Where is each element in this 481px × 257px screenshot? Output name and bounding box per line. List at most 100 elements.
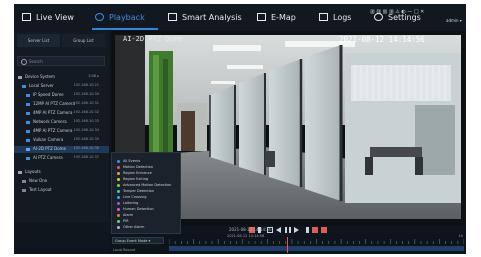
- nav-e-map[interactable]: E-Map: [257, 11, 296, 23]
- nav-logs-label: Logs: [333, 12, 352, 22]
- camera-icon: [26, 130, 30, 133]
- clip-icon[interactable]: [312, 227, 318, 233]
- event-filter-label: Region Entrance: [123, 171, 152, 175]
- camera-icon: [26, 139, 30, 142]
- tree-camera[interactable]: Vulkan Camera 192.168.10.35: [14, 137, 109, 144]
- event-color-icon: [117, 160, 120, 163]
- window-status-icons[interactable]: ▥ ▥ ▥ ▥ ⚠ ◐ — □ ✕: [370, 9, 424, 15]
- grid-icon: [22, 189, 26, 192]
- event-mode-select[interactable]: Group Event Mode ▾: [112, 237, 164, 244]
- analytics-icon: [168, 13, 177, 21]
- nav-e-map-label: E-Map: [271, 12, 296, 22]
- search-input[interactable]: Search: [17, 56, 105, 66]
- device-sidebar: Server List Group List Search Device Sys…: [14, 31, 109, 234]
- ceiling-light: [213, 45, 261, 51]
- event-color-icon: [117, 190, 120, 193]
- ceiling-light: [227, 65, 263, 69]
- event-color-icon: [117, 214, 120, 217]
- tree-layout-item[interactable]: Test Layout: [14, 187, 109, 194]
- tree-camera-selected[interactable]: AI-2D PTZ Dome 192.168.10.36: [14, 146, 109, 153]
- monitor-icon: [22, 13, 31, 21]
- event-color-icon: [117, 184, 120, 187]
- search-placeholder: Search: [29, 59, 43, 64]
- recording-track[interactable]: [169, 246, 464, 251]
- ceiling-light: [211, 81, 235, 84]
- glass-panel: [210, 85, 235, 165]
- event-filter-label: Advanced Motion Detection: [123, 183, 172, 187]
- timeline-cursor[interactable]: [287, 237, 288, 253]
- chair: [265, 151, 275, 167]
- frosted-band: [351, 65, 451, 101]
- event-color-icon: [117, 220, 120, 223]
- tree-camera[interactable]: IP Speed Dome 192.168.10.30: [14, 92, 109, 99]
- meeting-table: [370, 147, 422, 157]
- tree-camera[interactable]: AI PTZ Camera 192.168.10.37: [14, 155, 109, 162]
- layout-icon: [18, 171, 22, 174]
- osd-timestamp: 2021-08-12 14:14:56: [339, 35, 425, 44]
- app-window: Live View Playback Smart Analysis E-Map …: [14, 4, 466, 254]
- camera-icon: [26, 94, 30, 97]
- nav-playback[interactable]: Playback: [95, 11, 145, 23]
- camera-icon: [26, 112, 30, 115]
- timeline-zoom[interactable]: 1h: [459, 234, 463, 238]
- snapshot-icon[interactable]: [321, 227, 327, 233]
- tree-server[interactable]: Local Server 192.168.10.21: [14, 83, 109, 90]
- step-forward-icon[interactable]: [303, 227, 309, 233]
- tree-camera[interactable]: 4MP AI PTZ Camera 192.168.10.34: [14, 128, 109, 135]
- event-filter-label: Motion Detection: [123, 165, 153, 169]
- nav-logs[interactable]: Logs: [319, 11, 351, 23]
- camera-icon: [26, 103, 30, 106]
- event-color-icon: [117, 172, 120, 175]
- event-filter-label: All Events: [123, 159, 141, 163]
- corridor-wood: [181, 111, 195, 151]
- current-time: 2021-08-12 14:14:56: [229, 227, 272, 232]
- map-icon: [257, 13, 266, 21]
- play-icon[interactable]: [294, 227, 299, 233]
- nav-smart-analysis[interactable]: Smart Analysis: [168, 11, 242, 23]
- event-color-icon: [117, 166, 120, 169]
- event-color-icon: [117, 208, 120, 211]
- server-icon: [22, 85, 26, 88]
- tree-root-device-system[interactable]: Device System 2/48 ▸: [14, 74, 109, 81]
- record-status: Local Record: [113, 248, 136, 252]
- nav-live-view-label: Live View: [36, 12, 74, 22]
- playback-icon: [95, 13, 104, 21]
- camera-icon: [26, 148, 30, 151]
- user-menu[interactable]: admin ▾: [446, 18, 462, 23]
- event-color-icon: [117, 196, 120, 199]
- event-mode-value: Group Event Mode ▾: [115, 239, 151, 243]
- tab-server-list[interactable]: Server List: [17, 34, 60, 47]
- timeline-ruler: [169, 239, 464, 244]
- tree-root-layouts[interactable]: Layouts: [14, 169, 109, 176]
- nav-live-view[interactable]: Live View: [22, 11, 74, 23]
- top-navigation-bar: Live View Playback Smart Analysis E-Map …: [14, 4, 466, 30]
- nav-smart-analysis-label: Smart Analysis: [182, 12, 242, 22]
- event-filter-label: PIR: [123, 219, 129, 223]
- rewind-icon[interactable]: [276, 227, 281, 233]
- tree-camera[interactable]: Network Camera 192.168.10.33: [14, 119, 109, 126]
- active-tab-indicator: [92, 28, 158, 30]
- tree-camera[interactable]: 12MP AI PTZ Camera 192.168.10.31: [14, 101, 109, 108]
- logs-icon: [319, 13, 328, 21]
- camera-icon: [26, 121, 30, 124]
- camera-name-overlay: AI-2D PTZ Dome: [123, 35, 183, 43]
- tree-layout-item[interactable]: New One: [14, 178, 109, 185]
- event-color-icon: [117, 202, 120, 205]
- tree-camera[interactable]: 4MP AI PTZ Camera 192.168.10.32: [14, 110, 109, 117]
- glass-panel: [305, 45, 341, 201]
- pause-icon[interactable]: [285, 227, 291, 233]
- glass-panel: [269, 59, 301, 187]
- folder-icon: [18, 76, 22, 79]
- event-color-icon: [117, 178, 120, 181]
- event-filter-label: Human Detection: [123, 207, 154, 211]
- event-filter-panel: All Events Motion Detection Region Entranc…: [111, 152, 181, 234]
- event-filter-label: Other Alarm: [123, 225, 145, 229]
- timeline-date: 2021-08-12 14:14:56: [227, 234, 265, 238]
- glass-panel: [239, 73, 265, 175]
- event-filter-label: Tamper Detection: [123, 189, 155, 193]
- timeline[interactable]: Group Event Mode ▾ 2021-08-12 14:14:56 1…: [109, 234, 466, 254]
- camera-icon: [26, 157, 30, 160]
- chair: [415, 157, 423, 175]
- tab-group-list[interactable]: Group List: [62, 34, 105, 47]
- event-color-icon: [117, 226, 120, 229]
